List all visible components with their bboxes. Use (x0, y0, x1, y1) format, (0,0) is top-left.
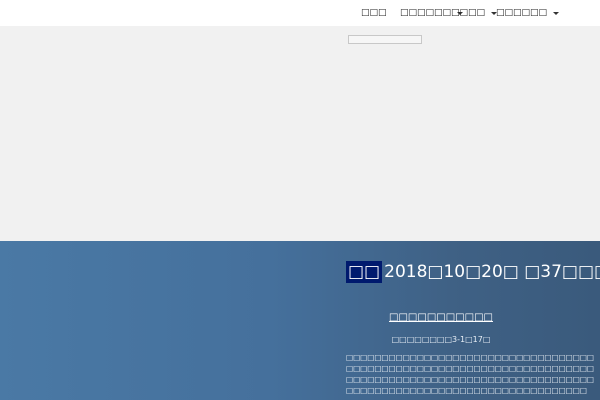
article-headline: □□ 2018□10□20□ □37□□□□□□□ (346, 260, 600, 284)
chevron-down-icon (553, 12, 560, 15)
hero-banner (0, 26, 600, 241)
article-section: □□ 2018□10□20□ □37□□ □□□□□ □□□□□□ □□□□□ □□… (0, 241, 600, 400)
nav-item-label: □□□ (361, 8, 387, 18)
article-meta: □□□□□□□□3-1□17□ (391, 335, 491, 344)
top-navigation: □□□ □□□□□□ □□□□ □□□□□□ (0, 0, 600, 26)
nav-item-menu-2[interactable]: □□□□ (451, 8, 498, 18)
nav-item-label: □□□□□□ (400, 8, 452, 18)
hero-placeholder-bar (348, 35, 422, 44)
nav-item-menu-3[interactable]: □□□□□□ (496, 8, 560, 18)
headline-text: 2018□10□20□ □37□□□□□□□ (384, 262, 600, 282)
nav-item-label: □□□□□□ (496, 8, 548, 18)
headline-badge: □□ (346, 261, 383, 283)
article-body: □□□□□□□□□□□□□□□□□□□□□□□□□□□□□□□□□□□□□□□□… (346, 353, 595, 395)
nav-item-label: □□□□ (451, 8, 486, 18)
nav-item-home[interactable]: □□□ (361, 8, 387, 18)
article-subtitle-link[interactable]: □□□□□□□□□□□ (346, 312, 536, 323)
